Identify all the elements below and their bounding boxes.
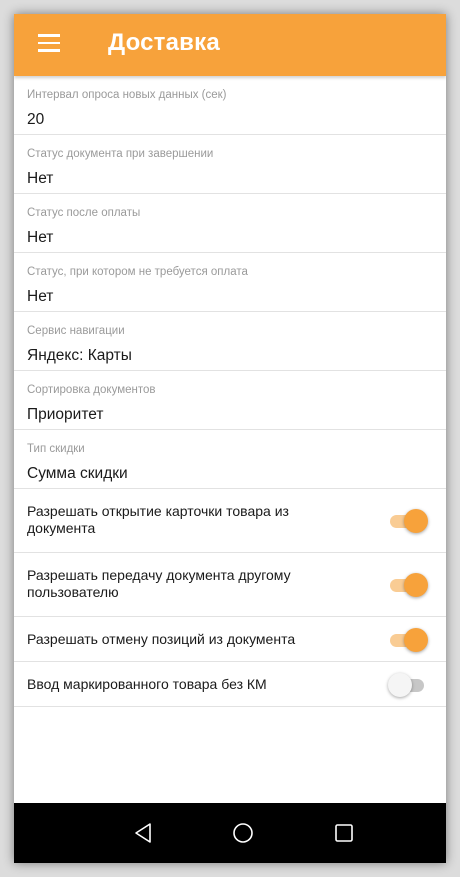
switch-thumb bbox=[388, 673, 412, 697]
setting-value: Сумма скидки bbox=[27, 465, 128, 482]
toggle-row-cancel-positions[interactable]: Разрешать отмену позиций из документа bbox=[14, 617, 446, 662]
setting-status-after-payment[interactable]: Статус после оплаты Нет bbox=[14, 194, 446, 253]
system-navigation-bar bbox=[14, 803, 446, 863]
setting-label: Статус документа при завершении bbox=[27, 148, 214, 160]
setting-document-sorting[interactable]: Сортировка документов Приоритет bbox=[14, 371, 446, 430]
setting-value: 20 bbox=[27, 111, 45, 128]
setting-value: Нет bbox=[27, 170, 54, 187]
settings-list: Интервал опроса новых данных (сек) 20 Ст… bbox=[14, 76, 446, 707]
setting-value: Нет bbox=[27, 229, 54, 246]
switch-thumb bbox=[404, 509, 428, 533]
page-title: Доставка bbox=[108, 29, 220, 56]
setting-label: Сортировка документов bbox=[27, 384, 156, 396]
setting-value: Приоритет bbox=[27, 406, 104, 423]
setting-label: Сервис навигации bbox=[27, 325, 125, 337]
setting-label: Интервал опроса новых данных (сек) bbox=[27, 89, 227, 101]
setting-poll-interval[interactable]: Интервал опроса новых данных (сек) 20 bbox=[14, 76, 446, 135]
toggle-label: Ввод маркированного товара без КМ bbox=[27, 676, 267, 692]
toggle-row-marked-goods-without-km[interactable]: Ввод маркированного товара без КМ bbox=[14, 662, 446, 707]
toggle-switch[interactable] bbox=[388, 673, 430, 697]
toggle-label: Разрешать открытие карточки товара из до… bbox=[27, 503, 289, 536]
switch-thumb bbox=[404, 628, 428, 652]
setting-value: Яндекс: Карты bbox=[27, 347, 132, 364]
back-icon[interactable] bbox=[131, 821, 155, 845]
setting-status-no-payment[interactable]: Статус, при котором не требуется оплата … bbox=[14, 253, 446, 312]
setting-label: Статус после оплаты bbox=[27, 207, 141, 219]
setting-label: Тип скидки bbox=[27, 443, 85, 455]
toggle-label: Разрешать передачу документа другому пол… bbox=[27, 567, 291, 600]
hamburger-menu-icon[interactable] bbox=[38, 34, 60, 52]
app-screen: Доставка Интервал опроса новых данных (с… bbox=[14, 14, 446, 863]
setting-discount-type[interactable]: Тип скидки Сумма скидки bbox=[14, 430, 446, 489]
setting-navigation-service[interactable]: Сервис навигации Яндекс: Карты bbox=[14, 312, 446, 371]
setting-value: Нет bbox=[27, 288, 54, 305]
app-bar: Доставка bbox=[14, 14, 446, 76]
toggle-label: Разрешать отмену позиций из документа bbox=[27, 631, 296, 647]
setting-status-on-complete[interactable]: Статус документа при завершении Нет bbox=[14, 135, 446, 194]
toggle-row-open-product-card[interactable]: Разрешать открытие карточки товара из до… bbox=[14, 489, 446, 553]
recents-icon[interactable] bbox=[332, 821, 356, 845]
switch-thumb bbox=[404, 573, 428, 597]
toggle-switch[interactable] bbox=[388, 509, 430, 533]
toggle-row-transfer-document[interactable]: Разрешать передачу документа другому пол… bbox=[14, 553, 446, 617]
home-icon[interactable] bbox=[231, 821, 255, 845]
setting-label: Статус, при котором не требуется оплата bbox=[27, 266, 248, 278]
toggle-switch[interactable] bbox=[388, 573, 430, 597]
toggle-switch[interactable] bbox=[388, 628, 430, 652]
